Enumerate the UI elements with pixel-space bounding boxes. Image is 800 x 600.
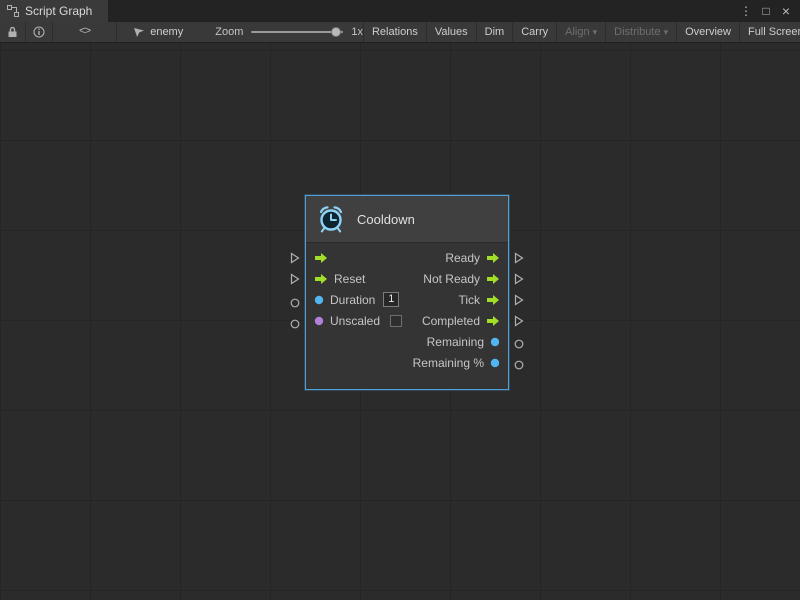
port-row: Remaining <box>306 331 508 352</box>
carry-button[interactable]: Carry <box>512 22 556 42</box>
full-screen-button[interactable]: Full Screen <box>739 22 800 42</box>
port-row: Remaining % <box>306 352 508 373</box>
zoom-label: Zoom <box>215 26 243 38</box>
value-output-port-remaining-percent[interactable]: Remaining % <box>413 356 500 370</box>
info-icon <box>33 26 45 38</box>
flow-arrow-icon <box>314 252 328 264</box>
tab-script-graph[interactable]: Script Graph <box>0 0 108 22</box>
graph-toolbar: <> enemy Zoom 1x Relations Values Dim Ca… <box>0 22 800 43</box>
flow-output-port-not-ready[interactable]: Not Ready <box>423 272 500 286</box>
window-controls: ⋮ □ × <box>738 0 800 22</box>
alarm-clock-icon <box>316 204 346 234</box>
value-output-port-remaining[interactable]: Remaining <box>427 335 500 349</box>
port-row: Duration 1 Tick <box>306 289 508 310</box>
external-value-connector[interactable] <box>514 336 524 354</box>
zoom-value: 1x <box>351 26 363 38</box>
external-value-connector[interactable] <box>290 295 300 313</box>
external-value-connector[interactable] <box>514 357 524 375</box>
lock-button[interactable] <box>0 22 26 42</box>
node-header[interactable]: Cooldown <box>306 196 508 243</box>
value-port-dot-icon <box>490 358 500 368</box>
values-button[interactable]: Values <box>426 22 476 42</box>
code-preview-button[interactable]: <> <box>53 22 117 42</box>
flow-output-port-tick[interactable]: Tick <box>458 293 500 307</box>
maximize-icon[interactable]: □ <box>758 3 774 19</box>
port-row: Unscaled Completed <box>306 310 508 331</box>
align-button[interactable]: Align ▾ <box>556 22 605 42</box>
flow-input-port-reset[interactable]: Reset <box>314 272 365 286</box>
zoom-control: Zoom 1x <box>193 26 363 38</box>
port-row: Reset Not Ready <box>306 268 508 289</box>
zoom-slider[interactable] <box>251 31 343 33</box>
graph-name: enemy <box>150 26 183 38</box>
external-flow-connector[interactable] <box>514 251 524 269</box>
value-input-port-unscaled[interactable]: Unscaled <box>314 314 402 328</box>
titlebar: Script Graph ⋮ □ × <box>0 0 800 22</box>
flow-arrow-icon <box>486 294 500 306</box>
value-input-port-duration[interactable]: Duration 1 <box>314 292 399 307</box>
chevron-down-icon: ▾ <box>593 28 598 37</box>
flow-arrow-icon <box>486 315 500 327</box>
titlebar-spacer <box>108 0 738 22</box>
port-row: Ready <box>306 247 508 268</box>
external-flow-connector[interactable] <box>290 272 300 290</box>
zoom-slider-handle[interactable] <box>331 27 341 37</box>
external-value-connector[interactable] <box>290 316 300 334</box>
unscaled-checkbox[interactable] <box>390 315 402 327</box>
flow-output-port-ready[interactable]: Ready <box>445 251 500 265</box>
relations-button[interactable]: Relations <box>363 22 426 42</box>
external-flow-connector[interactable] <box>514 272 524 290</box>
info-button[interactable] <box>26 22 53 42</box>
node-title: Cooldown <box>357 212 415 227</box>
flow-arrow-icon <box>486 273 500 285</box>
lock-icon <box>7 26 18 38</box>
window-menu-icon[interactable]: ⋮ <box>738 3 754 19</box>
overview-button[interactable]: Overview <box>676 22 739 42</box>
distribute-button[interactable]: Distribute ▾ <box>605 22 676 42</box>
graph-tab-icon <box>7 5 19 17</box>
external-flow-connector[interactable] <box>290 251 300 269</box>
flow-input-port[interactable] <box>314 252 328 264</box>
tab-label: Script Graph <box>25 4 92 18</box>
script-graph-window: Script Graph ⋮ □ × <> <box>0 0 800 600</box>
value-port-dot-icon <box>314 295 324 305</box>
external-flow-connector[interactable] <box>514 293 524 311</box>
flow-arrow-icon <box>486 252 500 264</box>
flow-arrow-icon <box>314 273 328 285</box>
close-icon[interactable]: × <box>778 3 794 19</box>
dim-button[interactable]: Dim <box>476 22 513 42</box>
duration-value-field[interactable]: 1 <box>383 292 399 307</box>
chevron-down-icon: ▾ <box>664 28 669 37</box>
code-icon: <> <box>79 26 90 38</box>
external-flow-connector[interactable] <box>514 314 524 332</box>
node-body: Ready Reset Not Ready <box>306 243 508 389</box>
cooldown-node[interactable]: Cooldown Ready <box>305 195 509 390</box>
script-graph-asset-icon <box>133 27 145 38</box>
toolbar-buttons: Relations Values Dim Carry Align ▾ Distr… <box>363 22 800 42</box>
value-port-dot-icon <box>490 337 500 347</box>
value-port-dot-icon <box>314 316 324 326</box>
flow-output-port-completed[interactable]: Completed <box>422 314 500 328</box>
graph-reference[interactable]: enemy <box>117 26 193 38</box>
graph-canvas[interactable]: Cooldown Ready <box>0 43 800 600</box>
